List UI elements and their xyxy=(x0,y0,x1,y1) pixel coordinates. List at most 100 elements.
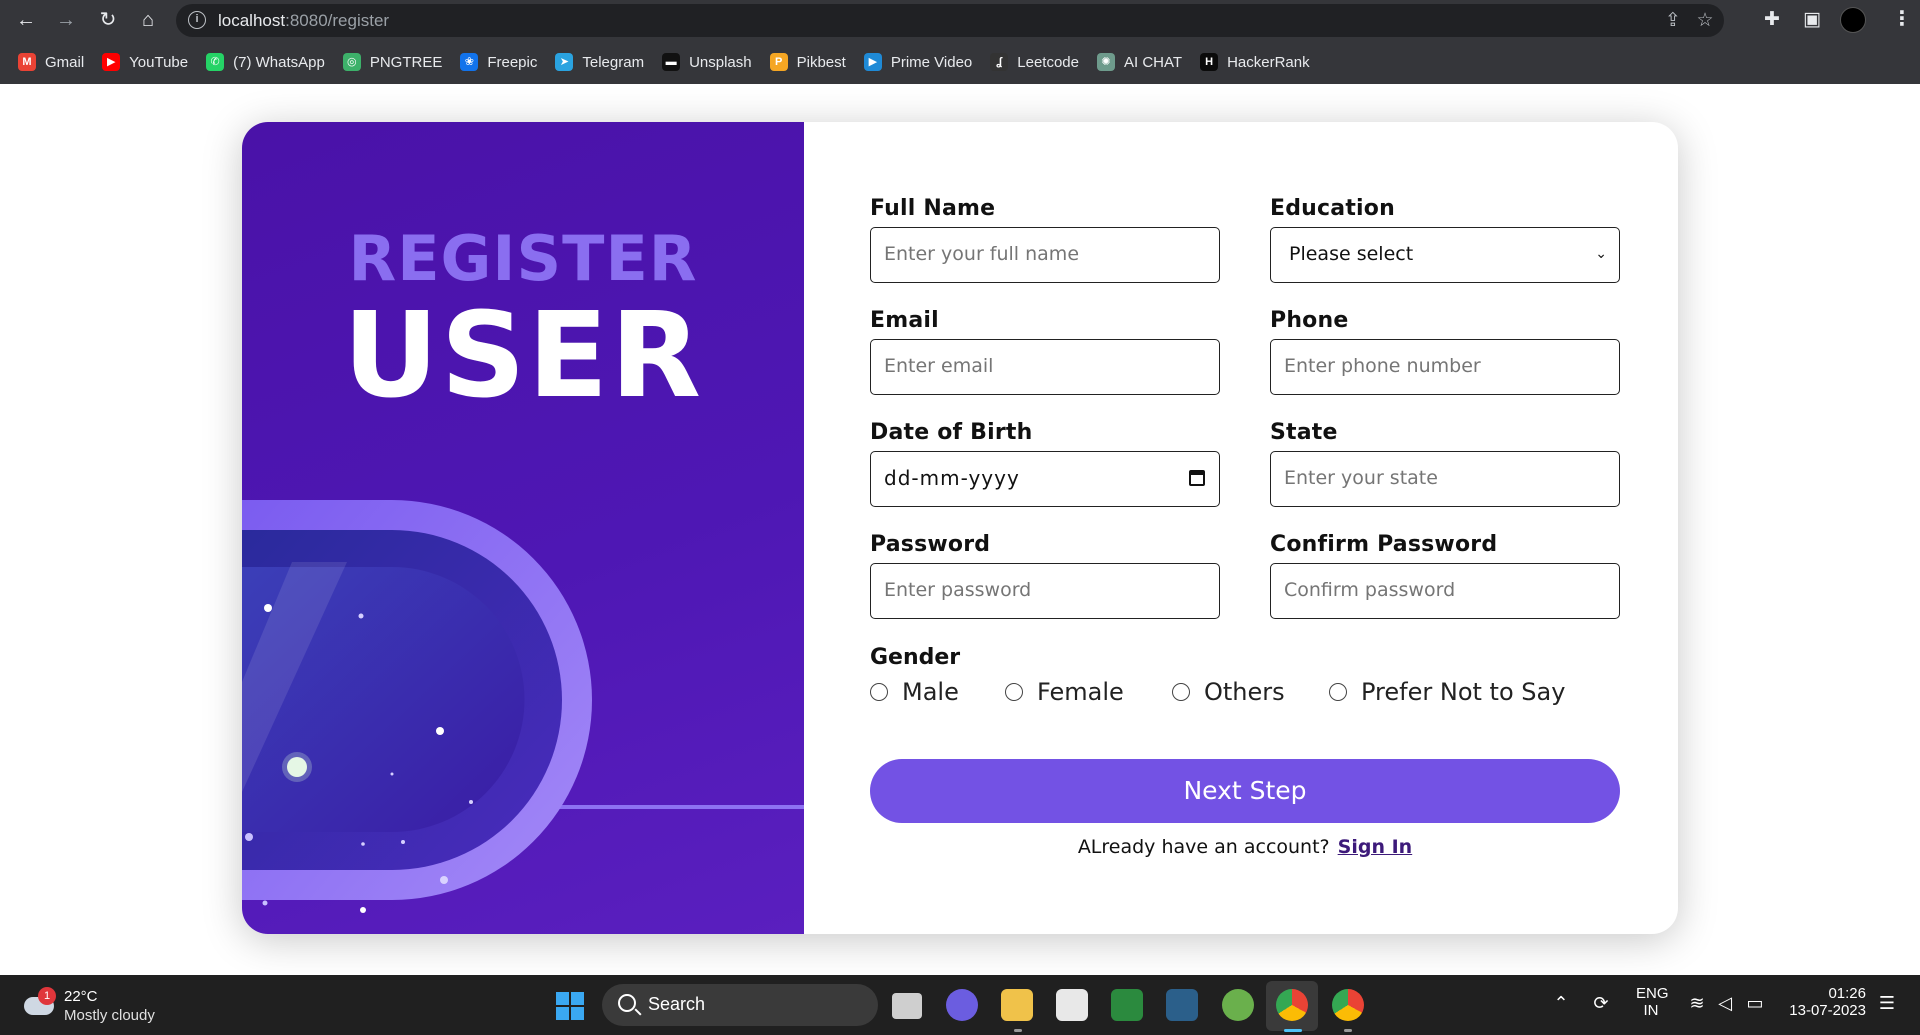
hero-panel: REGISTER USER xyxy=(242,122,804,934)
next-step-button[interactable]: Next Step xyxy=(870,759,1620,823)
weather-widget[interactable]: 1 22°C Mostly cloudy xyxy=(18,983,168,1027)
portal-illustration xyxy=(242,500,804,913)
bookmark-label: PNGTREE xyxy=(369,53,443,71)
clock-time: 01:26 xyxy=(1828,985,1866,1002)
gender-radio-others[interactable]: Others xyxy=(1172,678,1285,706)
full-name-field: Full Name Enter your full name xyxy=(870,196,1220,283)
profile-avatar[interactable] xyxy=(1840,7,1866,33)
bookmark-item[interactable]: ▶ Prime Video xyxy=(863,48,972,76)
share-icon[interactable]: ⇪ xyxy=(1662,10,1684,32)
bookmark-item[interactable]: ▶ YouTube xyxy=(102,48,188,76)
bookmark-star-icon[interactable]: ☆ xyxy=(1694,10,1716,32)
bookmark-label: Leetcode xyxy=(1017,53,1079,71)
confirm-password-label: Confirm Password xyxy=(1270,532,1498,557)
bookmark-favicon-icon: ➤ xyxy=(555,53,574,71)
chevron-up-icon[interactable]: ⌃ xyxy=(1550,993,1572,1014)
start-windows-icon[interactable] xyxy=(556,992,584,1020)
notification-icon[interactable]: ☰ xyxy=(1876,993,1898,1014)
phone-field: Phone Enter phone number xyxy=(1270,308,1620,395)
bookmark-label: (7) WhatsApp xyxy=(233,53,325,71)
bookmark-item[interactable]: M Gmail xyxy=(18,48,84,76)
taskbar-search-label: Search xyxy=(648,994,706,1014)
url-text[interactable]: localhost:8080/register xyxy=(218,11,389,31)
bookmark-item[interactable]: ➤ Telegram xyxy=(555,48,644,76)
gender-radio-prefer-not[interactable]: Prefer Not to Say xyxy=(1329,678,1565,706)
browser-toolbar: ← → ↻ ⌂ i localhost:8080/register ⇪ ☆ ✚ … xyxy=(0,0,1920,40)
volume-icon[interactable]: ◁ xyxy=(1714,993,1736,1014)
clock-date: 13-07-2023 xyxy=(1789,1002,1866,1019)
file-explorer-icon[interactable] xyxy=(1001,989,1033,1021)
dob-label: Date of Birth xyxy=(870,420,1033,445)
chrome-icon[interactable] xyxy=(1276,989,1308,1021)
home-icon[interactable]: ⌂ xyxy=(136,8,160,32)
bookmark-item[interactable]: ✆ (7) WhatsApp xyxy=(206,48,325,76)
dob-input[interactable]: dd-mm-yyyy xyxy=(870,451,1220,507)
address-bar[interactable]: i localhost:8080/register ⇪ ☆ xyxy=(176,4,1724,37)
bookmark-item[interactable]: P Pikbest xyxy=(769,48,846,76)
dob-field: Date of Birth dd-mm-yyyy xyxy=(870,420,1220,507)
signin-prompt-text: ALready have an account? xyxy=(1077,836,1330,858)
task-view-icon[interactable] xyxy=(892,993,922,1019)
registration-form: Full Name Enter your full name Education… xyxy=(870,122,1620,934)
active-indicator xyxy=(1284,1029,1302,1032)
radio-circle[interactable] xyxy=(870,683,888,701)
full-name-input[interactable]: Enter your full name xyxy=(870,227,1220,283)
hero-title-register: REGISTER xyxy=(348,222,698,295)
register-card: REGISTER USER Full Name Enter your full … xyxy=(242,122,1678,934)
bookmark-favicon-icon: ▶ xyxy=(863,53,882,71)
mysql-icon[interactable] xyxy=(1166,989,1198,1021)
radio-circle[interactable] xyxy=(1172,683,1190,701)
education-label: Education xyxy=(1270,196,1395,221)
bookmark-item[interactable]: ʆ Leetcode xyxy=(990,48,1079,76)
spring-icon[interactable] xyxy=(1222,989,1254,1021)
calendar-icon[interactable] xyxy=(1189,470,1205,486)
app-indicator xyxy=(1014,1029,1022,1032)
forward-icon[interactable]: → xyxy=(54,8,78,32)
radio-circle[interactable] xyxy=(1005,683,1023,701)
clock[interactable]: 01:26 13-07-2023 xyxy=(1786,985,1866,1019)
password-input[interactable]: Enter password xyxy=(870,563,1220,619)
app-indicator xyxy=(1344,1029,1352,1032)
weather-badge: 1 xyxy=(38,987,56,1005)
bookmark-item[interactable]: ❀ Freepic xyxy=(460,48,537,76)
menu-kebab-icon[interactable]: ⋮ xyxy=(1892,8,1912,32)
sign-in-link[interactable]: Sign In xyxy=(1338,836,1413,858)
store-icon[interactable] xyxy=(1056,989,1088,1021)
site-info-icon[interactable]: i xyxy=(188,11,206,29)
language-indicator[interactable]: ENG IN xyxy=(1636,985,1669,1019)
bookmark-item[interactable]: ✺ AI CHAT xyxy=(1097,48,1182,76)
bookmark-item[interactable]: ▬ Unsplash xyxy=(662,48,752,76)
email-input[interactable]: Enter email xyxy=(870,339,1220,395)
battery-icon[interactable]: ▭ xyxy=(1744,993,1766,1014)
state-field: State Enter your state xyxy=(1270,420,1620,507)
email-label: Email xyxy=(870,308,939,333)
password-field: Password Enter password xyxy=(870,532,1220,619)
bookmark-item[interactable]: H HackerRank xyxy=(1200,48,1310,76)
phone-input[interactable]: Enter phone number xyxy=(1270,339,1620,395)
back-icon[interactable]: ← xyxy=(14,8,38,32)
education-selected-value: Please select xyxy=(1289,243,1414,265)
bookmark-label: Telegram xyxy=(582,53,645,71)
state-label: State xyxy=(1270,420,1338,445)
radio-circle[interactable] xyxy=(1329,683,1347,701)
bookmark-label: Pikbest xyxy=(796,53,846,71)
state-input[interactable]: Enter your state xyxy=(1270,451,1620,507)
reload-icon[interactable]: ↻ xyxy=(96,8,120,32)
confirm-password-input[interactable]: Confirm password xyxy=(1270,563,1620,619)
education-select[interactable]: Please select ⌄ xyxy=(1270,227,1620,283)
sync-icon[interactable]: ⟳ xyxy=(1590,993,1612,1014)
bookmark-favicon-icon: ❀ xyxy=(460,53,479,71)
bookmarks-bar: M Gmail ▶ YouTube ✆ (7) WhatsApp ◎ PNGTREE ❀ Free… xyxy=(0,40,1920,84)
taskbar-search[interactable]: Search xyxy=(602,984,878,1026)
bookmark-label: Unsplash xyxy=(689,53,752,71)
gender-radio-male[interactable]: Male xyxy=(870,678,959,706)
chat-icon[interactable] xyxy=(946,989,978,1021)
bookmark-item[interactable]: ◎ PNGTREE xyxy=(342,48,443,76)
gender-radio-female[interactable]: Female xyxy=(1005,678,1124,706)
extensions-icon[interactable]: ✚ xyxy=(1760,8,1784,32)
app-icon-green[interactable] xyxy=(1111,989,1143,1021)
lang-bottom: IN xyxy=(1643,1002,1659,1019)
chrome-profile-icon[interactable] xyxy=(1332,989,1364,1021)
wifi-icon[interactable]: ≋ xyxy=(1686,993,1708,1014)
side-panel-icon[interactable]: ▣ xyxy=(1800,8,1824,32)
